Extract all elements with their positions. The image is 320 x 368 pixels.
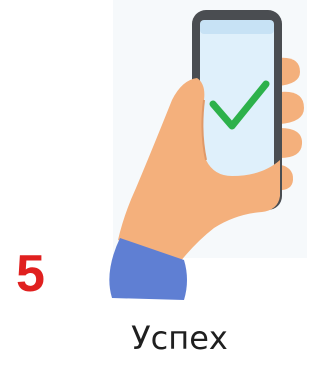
step-card: 5 Успех xyxy=(0,0,307,368)
step-caption: Успех xyxy=(131,319,228,357)
hand-phone-illustration xyxy=(109,10,304,300)
step-number: 5 xyxy=(16,245,45,303)
